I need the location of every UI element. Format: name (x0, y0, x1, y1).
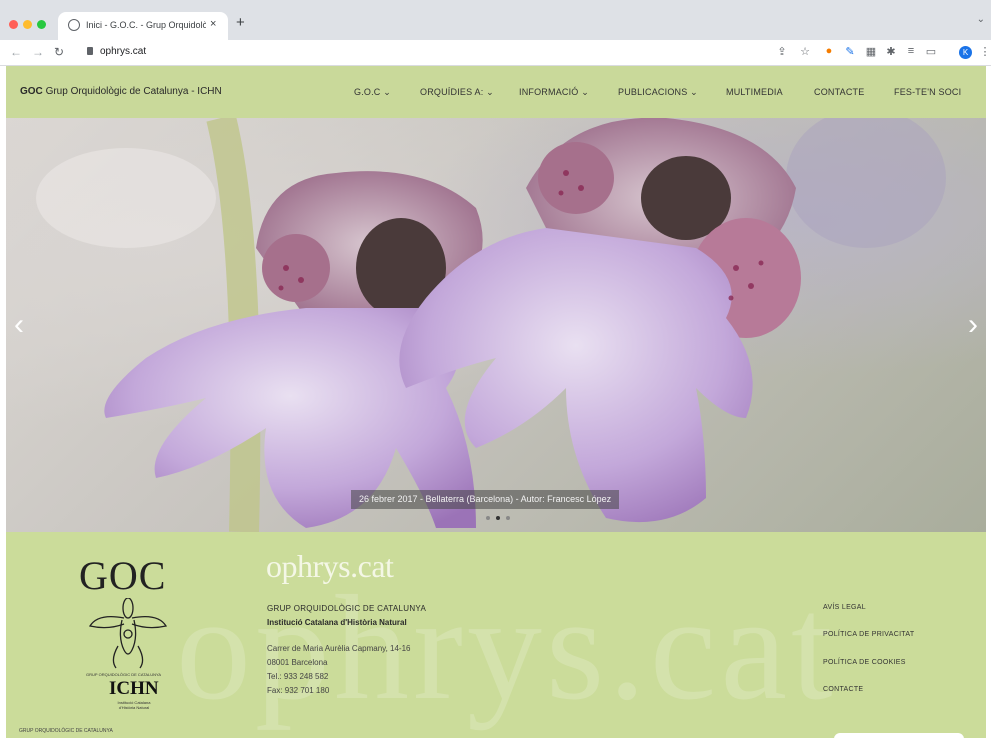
hero-slider: ‹ › 26 febrer 2017 - Bellaterra (Barcelo… (6, 118, 986, 532)
reading-list-icon[interactable]: ≡ (904, 45, 918, 57)
address-street: Carrer de Maria Aurèlia Capmany, 14-16 (267, 644, 411, 653)
brand-text: Grup Orquidològic de Catalunya - ICHN (45, 86, 222, 97)
footer-floating-button[interactable] (834, 733, 964, 738)
slider-prev-icon[interactable]: ‹ (14, 308, 24, 342)
side-panel-icon[interactable]: ▭ (924, 45, 938, 58)
globe-icon (68, 19, 80, 31)
extension-orange-icon[interactable]: ● (822, 45, 836, 57)
nav-informacio[interactable]: INFORMACIÓ ⌄ (519, 87, 589, 98)
site-footer: ophrys.cat GOC GRUP ORQUIDOLÒGIC DE CATA… (6, 532, 986, 738)
forward-icon[interactable]: → (32, 45, 44, 59)
tab-close-icon[interactable]: × (210, 18, 216, 30)
ichn-logo: ICHN (109, 678, 159, 699)
footer-link-cookies[interactable]: POLÍTICA DE COOKIES (823, 659, 906, 666)
nav-goc[interactable]: G.O.C ⌄ (354, 87, 391, 98)
nav-fes-te-soci[interactable]: FES-TE'N SOCI (894, 87, 961, 97)
org-name: GRUP ORQUIDOLÒGIC DE CATALUNYA (267, 604, 427, 613)
site-brand[interactable]: GOC Grup Orquidològic de Catalunya - ICH… (20, 86, 222, 97)
new-tab-icon[interactable]: + (236, 14, 245, 31)
nav-multimedia[interactable]: MULTIMEDIA (726, 87, 783, 97)
back-icon[interactable]: ← (10, 45, 22, 59)
institution-name: Institució Catalana d'Història Natural (267, 618, 407, 627)
nav-publicacions[interactable]: PUBLICACIONS ⌄ (618, 87, 698, 98)
bookmark-star-icon[interactable]: ☆ (798, 45, 812, 58)
brand-bold: GOC (20, 86, 43, 97)
orchid-logo-icon (88, 598, 168, 669)
address-city: 08001 Barcelona (267, 658, 328, 667)
slide-caption: 26 febrer 2017 - Bellaterra (Barcelona) … (351, 490, 620, 509)
more-menu-icon[interactable]: ⋮ (978, 45, 991, 58)
goc-logo-text: GOC (79, 553, 167, 598)
phone-number: Tel.: 933 248 582 (267, 672, 329, 681)
extension-pen-icon[interactable]: ✎ (843, 45, 857, 58)
slider-dot-1[interactable] (486, 516, 490, 520)
browser-tab[interactable]: Inici - G.O.C. - Grup Orquidològ × (58, 12, 228, 40)
logo-subtext: GRUP ORQUIDOLÒGIC DE CATALUNYA (86, 672, 162, 677)
nav-contacte[interactable]: CONTACTE (814, 87, 864, 97)
maximize-window-icon[interactable] (37, 20, 46, 29)
slider-dot-3[interactable] (506, 516, 510, 520)
footer-bottom-text: GRUP ORQUIDOLÒGIC DE CATALUNYA (19, 728, 113, 734)
site-name-logo: ophrys.cat (266, 548, 394, 584)
address-bar[interactable]: ophrys.cat (100, 46, 146, 57)
orchid-photo (36, 118, 946, 532)
browser-toolbar: ← → ↻ ophrys.cat ⇪ ☆ ● ✎ ▦ ✱ ≡ ▭ K ⋮ (0, 40, 991, 66)
slider-dot-2[interactable] (496, 516, 500, 520)
footer-link-avis-legal[interactable]: AVÍS LEGAL (823, 604, 866, 611)
site-header: GOC Grup Orquidològic de Catalunya - ICH… (6, 66, 986, 118)
extension-grid-icon[interactable]: ▦ (864, 45, 878, 58)
footer-link-contacte[interactable]: CONTACTE (823, 686, 863, 693)
share-icon[interactable]: ⇪ (775, 45, 789, 58)
ichn-subtext: Institució Catalana d'Història Natural (117, 700, 151, 710)
tab-search-chevron-icon[interactable]: ⌄ (977, 14, 985, 25)
footer-link-privacitat[interactable]: POLÍTICA DE PRIVACITAT (823, 631, 914, 638)
reload-icon[interactable]: ↻ (54, 45, 64, 59)
fax-number: Fax: 932 701 180 (267, 686, 330, 695)
browser-tab-bar: Inici - G.O.C. - Grup Orquidològ × + ⌄ (0, 0, 991, 40)
extensions-puzzle-icon[interactable]: ✱ (884, 45, 898, 58)
nav-orquidies[interactable]: ORQUÍDIES A: ⌄ (420, 87, 494, 98)
tab-title: Inici - G.O.C. - Grup Orquidològ (86, 20, 206, 30)
slider-next-icon[interactable]: › (968, 308, 978, 342)
minimize-window-icon[interactable] (23, 20, 32, 29)
close-window-icon[interactable] (9, 20, 18, 29)
lock-icon (87, 47, 93, 55)
profile-avatar[interactable]: K (959, 46, 972, 59)
